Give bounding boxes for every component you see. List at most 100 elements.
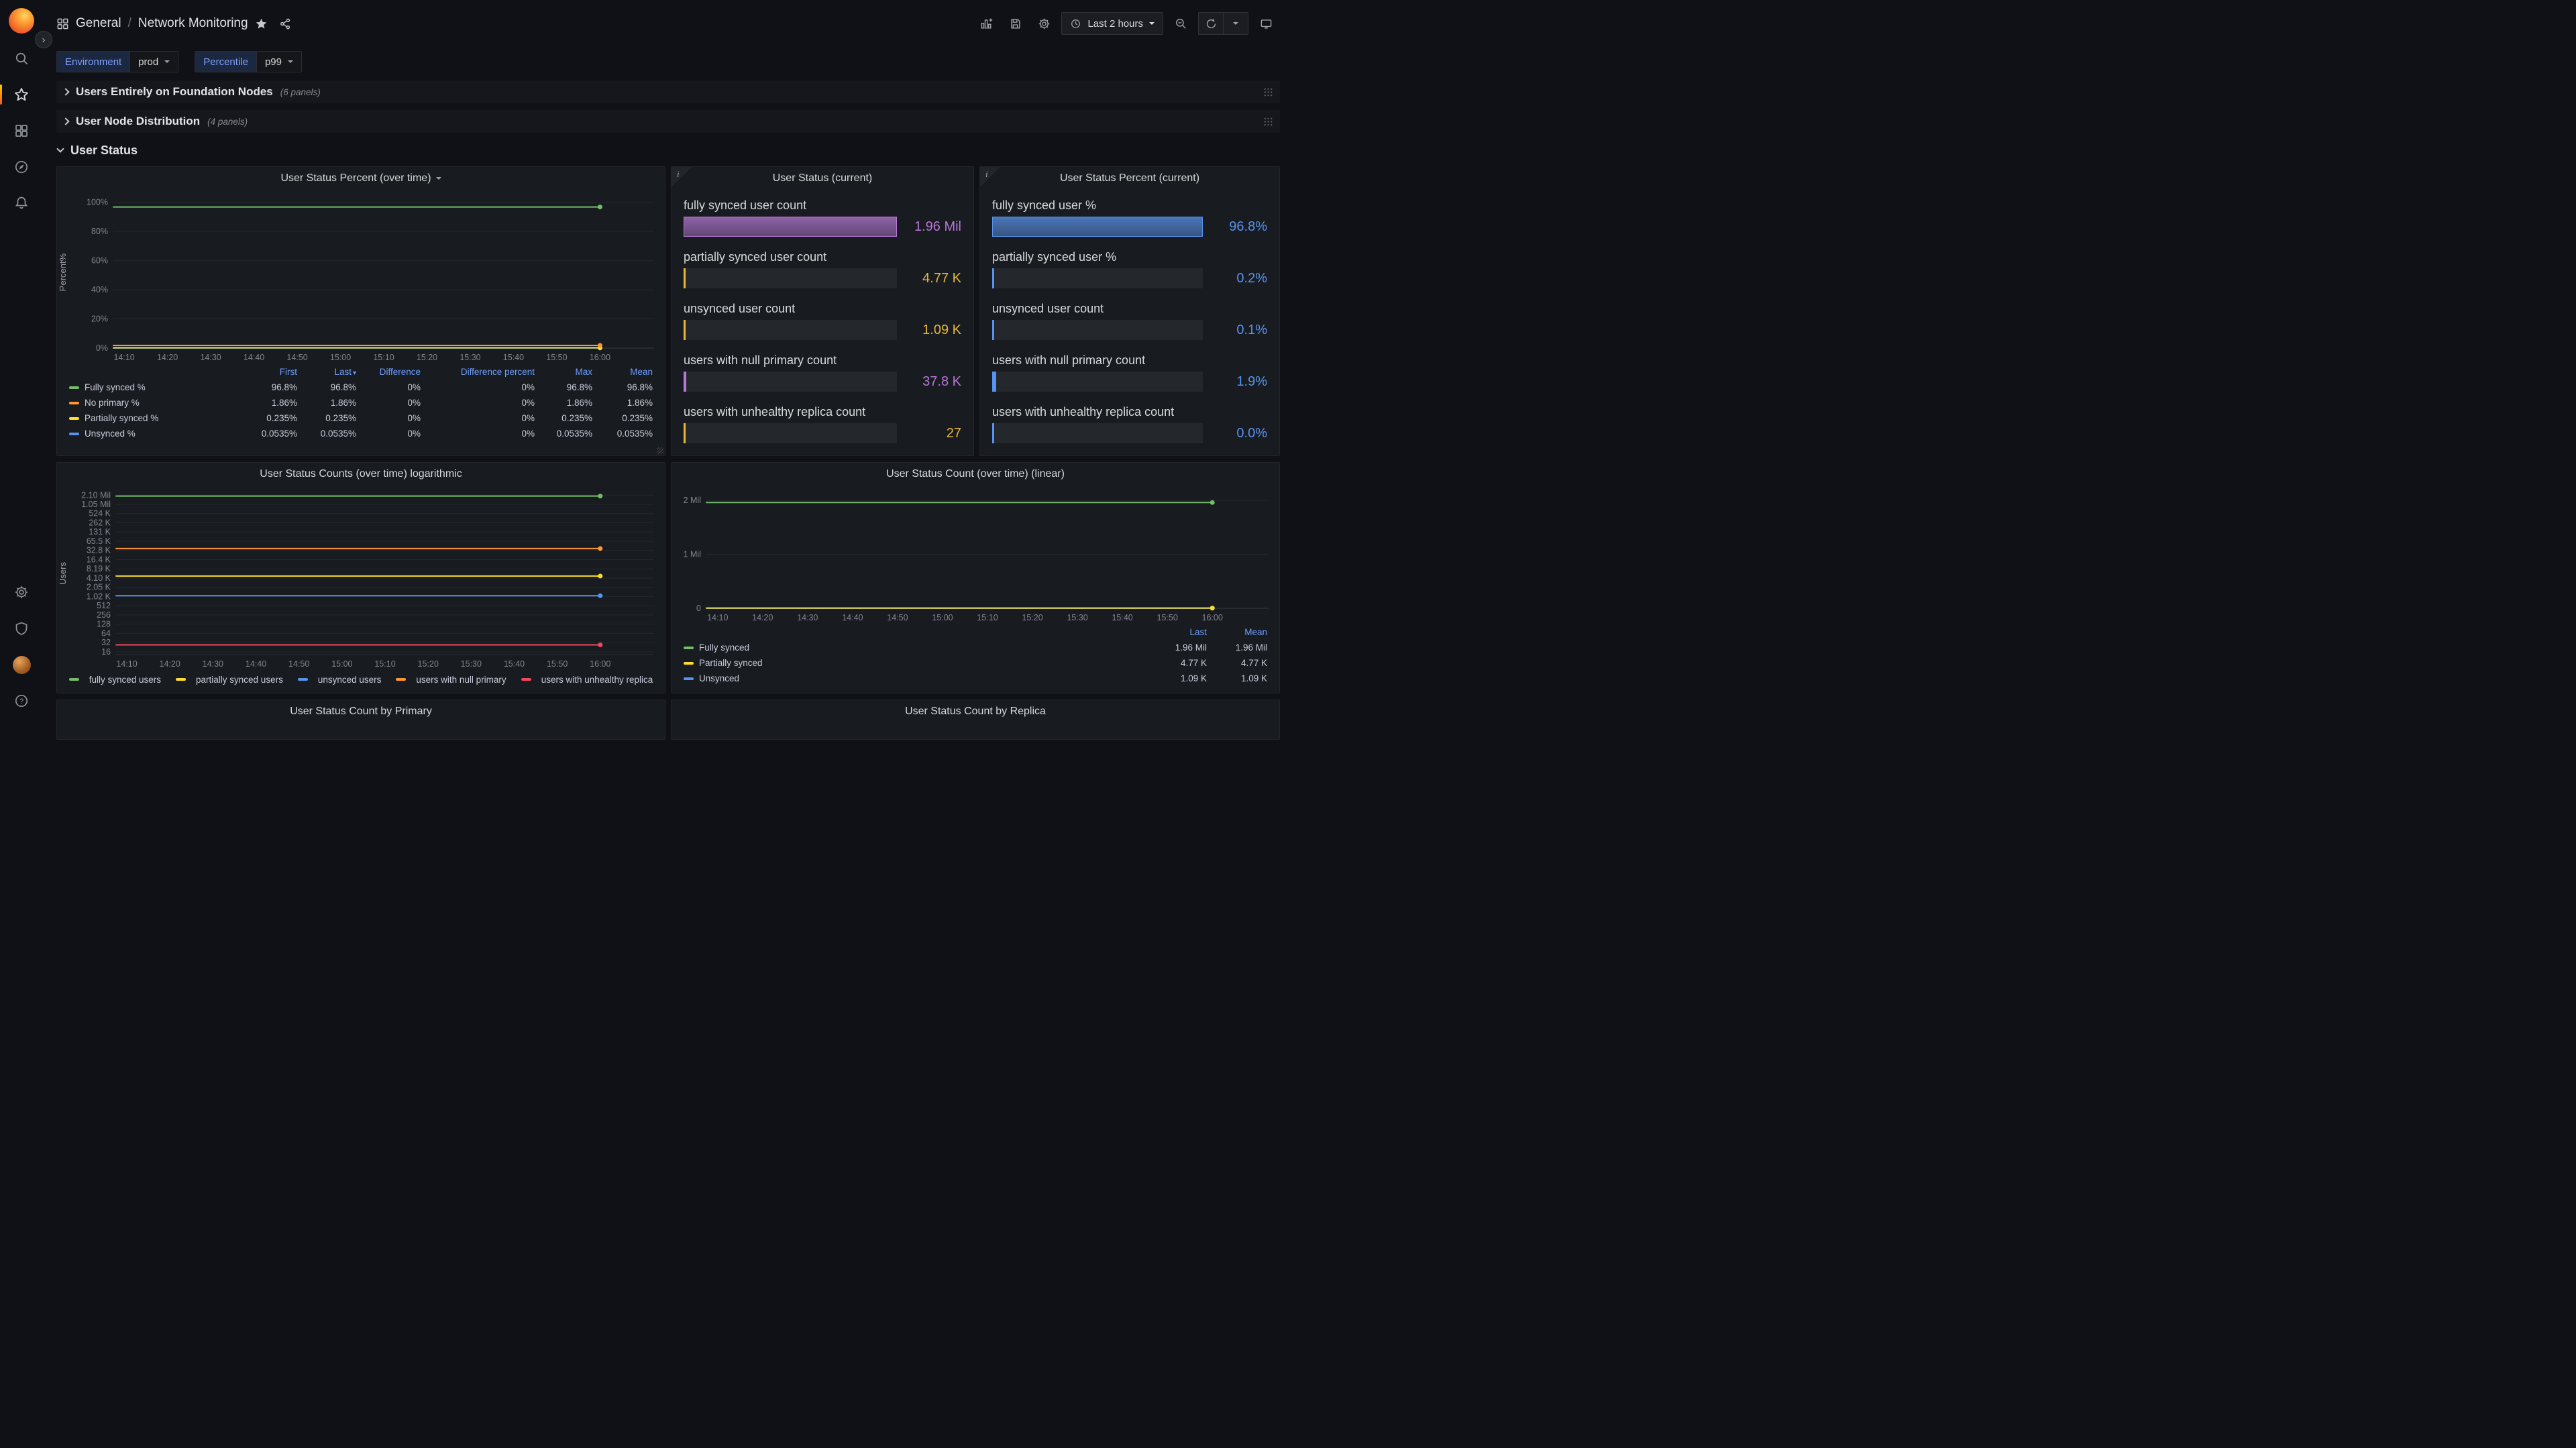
bar-gauge-value: 0.2%: [1203, 271, 1267, 286]
user-avatar[interactable]: [0, 647, 43, 683]
series-name[interactable]: Fully synced: [699, 643, 749, 653]
starred-icon[interactable]: [0, 76, 43, 113]
svg-text:4.10 K: 4.10 K: [87, 573, 111, 583]
panel-title[interactable]: User Status Counts (over time) logarithm…: [57, 463, 665, 486]
svg-text:15:30: 15:30: [1067, 613, 1087, 622]
legend: fully synced users partially synced users…: [57, 669, 665, 689]
legend-item[interactable]: fully synced users: [69, 675, 161, 685]
legend-column-header[interactable]: Mean: [598, 364, 658, 380]
alerting-bell-icon[interactable]: [0, 185, 43, 221]
variable-environment-value[interactable]: prod: [129, 52, 178, 72]
svg-text:14:40: 14:40: [244, 353, 264, 362]
timeseries-chart: 01 Mil2 Mil14:1014:2014:3014:4014:5015:0…: [672, 486, 1279, 623]
svg-text:15:40: 15:40: [1112, 613, 1132, 622]
sidebar-expand-button[interactable]: ›: [35, 31, 52, 48]
bar-gauge-value: 4.77 K: [897, 271, 961, 286]
svg-text:Users: Users: [58, 562, 68, 585]
dashboard-settings-icon[interactable]: [1032, 12, 1055, 35]
legend-column-header[interactable]: Mean: [1212, 624, 1273, 640]
row-header-user-status[interactable]: User Status: [56, 140, 1280, 161]
share-icon[interactable]: [274, 12, 297, 35]
legend-column-header[interactable]: Last▾: [303, 364, 362, 380]
series-name[interactable]: Fully synced %: [85, 382, 146, 392]
save-dashboard-icon[interactable]: [1004, 12, 1026, 35]
panel-info-corner[interactable]: [672, 167, 692, 187]
help-icon[interactable]: ?: [0, 683, 43, 719]
variable-percentile-value[interactable]: p99: [256, 52, 301, 72]
bar-gauge-item: fully synced user %96.8%: [992, 198, 1267, 237]
svg-text:14:10: 14:10: [707, 613, 728, 622]
svg-text:80%: 80%: [91, 227, 108, 236]
bar-gauge-item: users with unhealthy replica count27: [684, 404, 961, 443]
variable-environment-label[interactable]: Environment: [57, 52, 129, 72]
series-name[interactable]: Partially synced: [699, 658, 763, 668]
row-drag-handle[interactable]: [1263, 117, 1273, 127]
legend-value: 1.09 K: [1212, 671, 1273, 686]
panel-title[interactable]: User Status Count (over time) (linear): [672, 463, 1279, 486]
row-drag-handle[interactable]: [1263, 87, 1273, 97]
svg-text:15:20: 15:20: [1022, 613, 1042, 622]
panel-info-corner[interactable]: [980, 167, 1000, 187]
panel-title[interactable]: User Status Percent (over time): [57, 167, 665, 190]
legend-item[interactable]: users with null primary: [396, 675, 506, 685]
row-panel-count: (6 panels): [280, 87, 321, 97]
configuration-gear-icon[interactable]: [0, 574, 43, 610]
panel-title[interactable]: User Status Percent (current): [980, 167, 1279, 190]
bar-gauge-item: users with null primary count1.9%: [992, 353, 1267, 392]
svg-text:32: 32: [101, 638, 111, 647]
grafana-logo-icon[interactable]: [9, 8, 34, 34]
legend-column-header[interactable]: Difference percent: [426, 364, 540, 380]
time-range-label: Last 2 hours: [1087, 18, 1143, 30]
variable-percentile-label[interactable]: Percentile: [195, 52, 256, 72]
cycle-view-monitor-icon[interactable]: [1254, 12, 1277, 35]
bar-gauge-fill: [992, 268, 994, 288]
server-admin-shield-icon[interactable]: [0, 610, 43, 647]
chart-canvas[interactable]: 2.10 Mil1.05 Mil524 K262 K131 K65.5 K32.…: [57, 486, 665, 669]
panel-title[interactable]: User Status (current): [672, 167, 973, 190]
legend-column-header[interactable]: Max: [540, 364, 598, 380]
refresh-icon[interactable]: [1199, 13, 1223, 34]
panel-title[interactable]: User Status Count by Primary: [57, 700, 665, 723]
refresh-interval-caret[interactable]: [1224, 13, 1248, 34]
legend-column-header[interactable]: Difference: [362, 364, 426, 380]
svg-text:2.05 K: 2.05 K: [87, 583, 111, 592]
legend-value: 96.8%: [241, 380, 303, 395]
bar-gauge-fill: [992, 320, 994, 340]
legend-value: 1.86%: [540, 395, 598, 410]
legend-column-header[interactable]: First: [241, 364, 303, 380]
legend-column-header[interactable]: Last: [1152, 624, 1212, 640]
dashboard-title[interactable]: Network Monitoring: [138, 16, 248, 31]
row-header-foundation-nodes[interactable]: Users Entirely on Foundation Nodes (6 pa…: [56, 80, 1280, 103]
series-color-marker: [684, 677, 694, 680]
svg-text:1.05 Mil: 1.05 Mil: [81, 500, 111, 509]
series-name[interactable]: Unsynced %: [85, 429, 136, 439]
panel-user-status-percent-current: i User Status Percent (current) fully sy…: [979, 166, 1280, 456]
chart-canvas[interactable]: 01 Mil2 Mil14:1014:2014:3014:4014:5015:0…: [672, 486, 1279, 623]
add-panel-icon[interactable]: [975, 12, 998, 35]
bar-gauge-item: unsynced user count1.09 K: [684, 301, 961, 340]
panel-resize-handle[interactable]: [657, 447, 663, 454]
breadcrumb-folder[interactable]: General: [76, 16, 121, 31]
series-name[interactable]: Partially synced %: [85, 413, 158, 423]
legend-item[interactable]: partially synced users: [176, 675, 283, 685]
panel-title[interactable]: User Status Count by Replica: [672, 700, 1279, 723]
row-header-node-distribution[interactable]: User Node Distribution (4 panels): [56, 110, 1280, 133]
bar-gauge-label: partially synced user %: [992, 249, 1267, 264]
bar-gauge-label: fully synced user count: [684, 198, 961, 213]
avatar-image: [13, 656, 31, 674]
legend-item[interactable]: users with unhealthy replica: [521, 675, 653, 685]
series-name[interactable]: No primary %: [85, 398, 140, 408]
zoom-out-icon[interactable]: [1169, 12, 1192, 35]
explore-compass-icon[interactable]: [0, 149, 43, 185]
search-icon[interactable]: [0, 40, 43, 76]
legend-value: 1.96 Mil: [1212, 640, 1273, 655]
svg-text:15:40: 15:40: [504, 659, 525, 669]
favorite-star-icon[interactable]: [255, 17, 268, 30]
legend-item[interactable]: unsynced users: [298, 675, 382, 685]
chart-canvas[interactable]: 0%20%40%60%80%100%14:1014:2014:3014:4014…: [57, 190, 665, 363]
dashboards-icon[interactable]: [0, 113, 43, 149]
time-range-picker[interactable]: Last 2 hours: [1061, 12, 1163, 35]
panel-row-2: User Status Counts (over time) logarithm…: [56, 462, 1280, 693]
series-color-marker: [69, 386, 79, 389]
series-name[interactable]: Unsynced: [699, 673, 739, 683]
